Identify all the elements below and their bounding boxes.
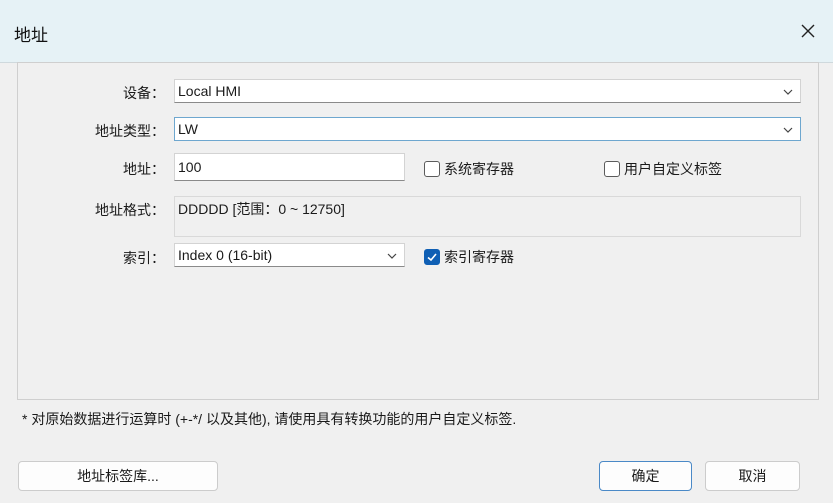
address-type-label: 地址类型： bbox=[95, 123, 165, 139]
index-register-checkbox[interactable]: 索引寄存器 bbox=[424, 247, 514, 267]
address-type-select[interactable]: LW bbox=[174, 117, 801, 141]
address-label: 地址： bbox=[123, 161, 165, 177]
index-label: 索引： bbox=[123, 250, 165, 266]
close-button[interactable] bbox=[791, 14, 825, 48]
ok-button[interactable]: 确定 bbox=[599, 461, 692, 491]
device-select[interactable]: Local HMI bbox=[174, 79, 801, 103]
chevron-down-icon bbox=[387, 253, 397, 259]
checkmark-icon bbox=[427, 253, 437, 262]
system-register-box[interactable] bbox=[424, 161, 440, 177]
conversion-note: * 对原始数据进行运算时 (+-*/ 以及其他), 请使用具有转换功能的用户自定… bbox=[22, 411, 517, 427]
index-select[interactable]: Index 0 (16-bit) bbox=[174, 243, 405, 267]
user-tag-checkbox[interactable]: 用户自定义标签 bbox=[604, 159, 722, 179]
device-select-value: Local HMI bbox=[178, 83, 242, 99]
user-tag-box[interactable] bbox=[604, 161, 620, 177]
address-format-value: DDDDD [范围：0 ~ 12750] bbox=[178, 201, 345, 217]
index-register-label: 索引寄存器 bbox=[444, 249, 514, 265]
tag-library-button[interactable]: 地址标签库... bbox=[18, 461, 218, 491]
address-input-value: 100 bbox=[178, 159, 202, 175]
address-input[interactable]: 100 bbox=[174, 153, 405, 181]
chevron-down-icon bbox=[783, 89, 793, 95]
cancel-button[interactable]: 取消 bbox=[705, 461, 800, 491]
system-register-checkbox[interactable]: 系统寄存器 bbox=[424, 159, 514, 179]
address-format-label: 地址格式： bbox=[95, 202, 165, 218]
device-label: 设备： bbox=[123, 85, 165, 101]
index-register-box[interactable] bbox=[424, 249, 440, 265]
user-tag-label: 用户自定义标签 bbox=[624, 161, 722, 177]
index-select-value: Index 0 (16-bit) bbox=[178, 247, 273, 263]
address-type-select-value: LW bbox=[178, 121, 198, 137]
system-register-label: 系统寄存器 bbox=[444, 161, 514, 177]
title-bar: 地址 bbox=[0, 0, 833, 63]
close-icon bbox=[801, 24, 815, 38]
window-title: 地址 bbox=[14, 26, 48, 45]
address-format-display: DDDDD [范围：0 ~ 12750] bbox=[174, 196, 801, 237]
chevron-down-icon bbox=[783, 127, 793, 133]
